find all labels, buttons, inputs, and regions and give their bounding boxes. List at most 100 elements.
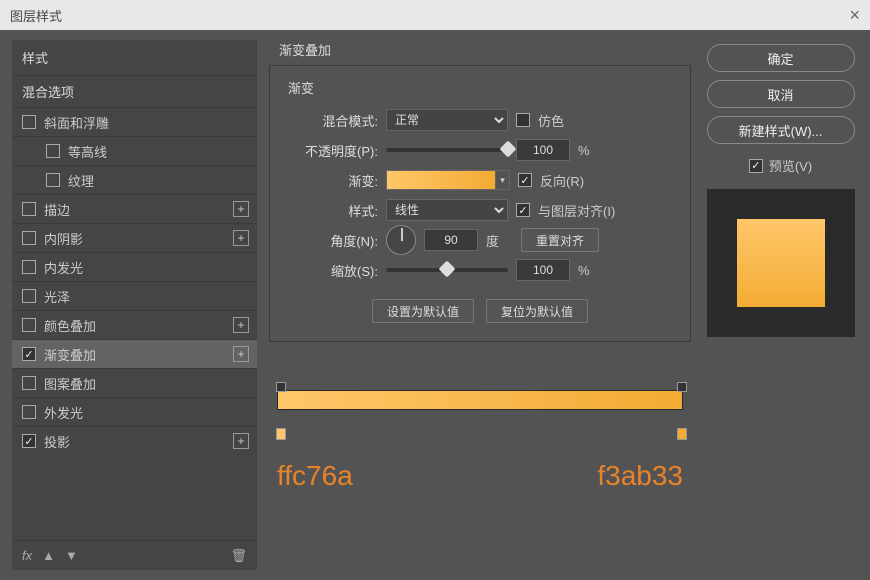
add-icon[interactable]: + (233, 230, 249, 246)
style-row-10[interactable]: 外发光 (12, 397, 257, 426)
scale-input[interactable] (516, 259, 570, 281)
opacity-label: 不透明度(P): (288, 141, 378, 160)
blending-options[interactable]: 混合选项 (12, 75, 257, 107)
reset-align-button[interactable]: 重置对齐 (521, 228, 599, 252)
style-checkbox[interactable] (22, 405, 36, 419)
percent-label: % (578, 143, 590, 158)
preview-box (707, 189, 855, 337)
gradient-bar[interactable] (277, 390, 683, 410)
color-code-left: ffc76a (277, 460, 353, 492)
set-default-button[interactable]: 设置为默认值 (372, 299, 474, 323)
style-list: 斜面和浮雕等高线纹理描边 + 内阴影 + 内发光光泽颜色叠加 + 渐变叠加 + 图案叠加外发光投… (12, 107, 257, 540)
style-row-0[interactable]: 斜面和浮雕 (12, 107, 257, 136)
dither-label: 仿色 (538, 111, 564, 130)
scale-slider[interactable] (386, 268, 508, 272)
degree-label: 度 (486, 231, 499, 250)
style-label: 描边 (44, 200, 70, 219)
trash-icon[interactable]: 🗑 (230, 548, 247, 564)
color-stop-left[interactable] (276, 428, 286, 440)
gradient-swatch[interactable] (386, 170, 496, 190)
style-checkbox[interactable] (22, 202, 36, 216)
style-label: 渐变叠加 (44, 345, 96, 364)
gradient-subtitle: 渐变 (288, 78, 672, 97)
action-panel: 确定 取消 新建样式(W)... 预览(V) (703, 40, 858, 570)
blend-mode-label: 混合模式: (288, 111, 378, 130)
align-checkbox[interactable] (516, 203, 530, 217)
title-bar: 图层样式 × (0, 0, 870, 30)
style-label: 内阴影 (44, 229, 83, 248)
color-annotations: ffc76a f3ab33 (269, 460, 691, 492)
style-label: 光泽 (44, 287, 70, 306)
gradient-dropdown-icon[interactable]: ▾ (496, 170, 510, 190)
blend-mode-select[interactable]: 正常 (386, 109, 508, 131)
gradient-editor[interactable] (269, 390, 691, 430)
section-title: 渐变叠加 (279, 40, 691, 59)
add-icon[interactable]: + (233, 346, 249, 362)
cancel-button[interactable]: 取消 (707, 80, 855, 108)
opacity-slider[interactable] (386, 148, 508, 152)
style-label: 图案叠加 (44, 374, 96, 393)
gradient-label: 渐变: (288, 171, 378, 190)
style-label: 颜色叠加 (44, 316, 96, 335)
reset-default-button[interactable]: 复位为默认值 (486, 299, 588, 323)
style-checkbox[interactable] (22, 115, 36, 129)
new-style-button[interactable]: 新建样式(W)... (707, 116, 855, 144)
style-label: 内发光 (44, 258, 83, 277)
style-label: 等高线 (68, 142, 107, 161)
style-checkbox[interactable] (22, 231, 36, 245)
window-title: 图层样式 (10, 6, 62, 25)
scale-label: 缩放(S): (288, 261, 378, 280)
angle-input[interactable] (424, 229, 478, 251)
style-row-4[interactable]: 内阴影 + (12, 223, 257, 252)
styles-footer: fx ▲ ▼ 🗑 (12, 540, 257, 570)
styles-panel: 样式 混合选项 斜面和浮雕等高线纹理描边 + 内阴影 + 内发光光泽颜色叠加 + 渐变叠加 +… (12, 40, 257, 570)
style-checkbox[interactable] (46, 144, 60, 158)
style-label: 外发光 (44, 403, 83, 422)
style-row-9[interactable]: 图案叠加 (12, 368, 257, 397)
style-checkbox[interactable] (22, 289, 36, 303)
preview-checkbox[interactable] (749, 159, 763, 173)
opacity-stop-right[interactable] (677, 382, 687, 392)
style-row-1[interactable]: 等高线 (12, 136, 257, 165)
preview-swatch (737, 219, 825, 307)
style-checkbox[interactable] (22, 260, 36, 274)
percent-label-2: % (578, 263, 590, 278)
angle-label: 角度(N): (288, 231, 378, 250)
style-label: 纹理 (68, 171, 94, 190)
style-row-6[interactable]: 光泽 (12, 281, 257, 310)
color-stop-right[interactable] (677, 428, 687, 440)
style-row-2[interactable]: 纹理 (12, 165, 257, 194)
arrow-up-icon[interactable]: ▲ (42, 548, 55, 563)
opacity-input[interactable] (516, 139, 570, 161)
style-label: 投影 (44, 432, 70, 451)
style-checkbox[interactable] (22, 434, 36, 448)
ok-button[interactable]: 确定 (707, 44, 855, 72)
opacity-stop-left[interactable] (276, 382, 286, 392)
style-select[interactable]: 线性 (386, 199, 508, 221)
style-row-11[interactable]: 投影 + (12, 426, 257, 455)
styles-header: 样式 (12, 40, 257, 75)
style-label: 样式: (288, 201, 378, 220)
preview-label: 预览(V) (769, 156, 812, 175)
reverse-checkbox[interactable] (518, 173, 532, 187)
style-row-7[interactable]: 颜色叠加 + (12, 310, 257, 339)
style-checkbox[interactable] (46, 173, 60, 187)
style-checkbox[interactable] (22, 318, 36, 332)
style-row-8[interactable]: 渐变叠加 + (12, 339, 257, 368)
style-checkbox[interactable] (22, 347, 36, 361)
align-label: 与图层对齐(I) (538, 201, 615, 220)
arrow-down-icon[interactable]: ▼ (65, 548, 78, 563)
style-row-3[interactable]: 描边 + (12, 194, 257, 223)
options-panel: 渐变叠加 渐变 混合模式: 正常 仿色 不透明度(P): % 渐变: (269, 40, 691, 570)
style-row-5[interactable]: 内发光 (12, 252, 257, 281)
fx-icon[interactable]: fx (22, 548, 32, 563)
close-icon[interactable]: × (849, 5, 860, 26)
style-checkbox[interactable] (22, 376, 36, 390)
add-icon[interactable]: + (233, 433, 249, 449)
reverse-label: 反向(R) (540, 171, 584, 190)
dither-checkbox[interactable] (516, 113, 530, 127)
add-icon[interactable]: + (233, 201, 249, 217)
angle-dial[interactable] (386, 225, 416, 255)
style-label: 斜面和浮雕 (44, 113, 109, 132)
add-icon[interactable]: + (233, 317, 249, 333)
